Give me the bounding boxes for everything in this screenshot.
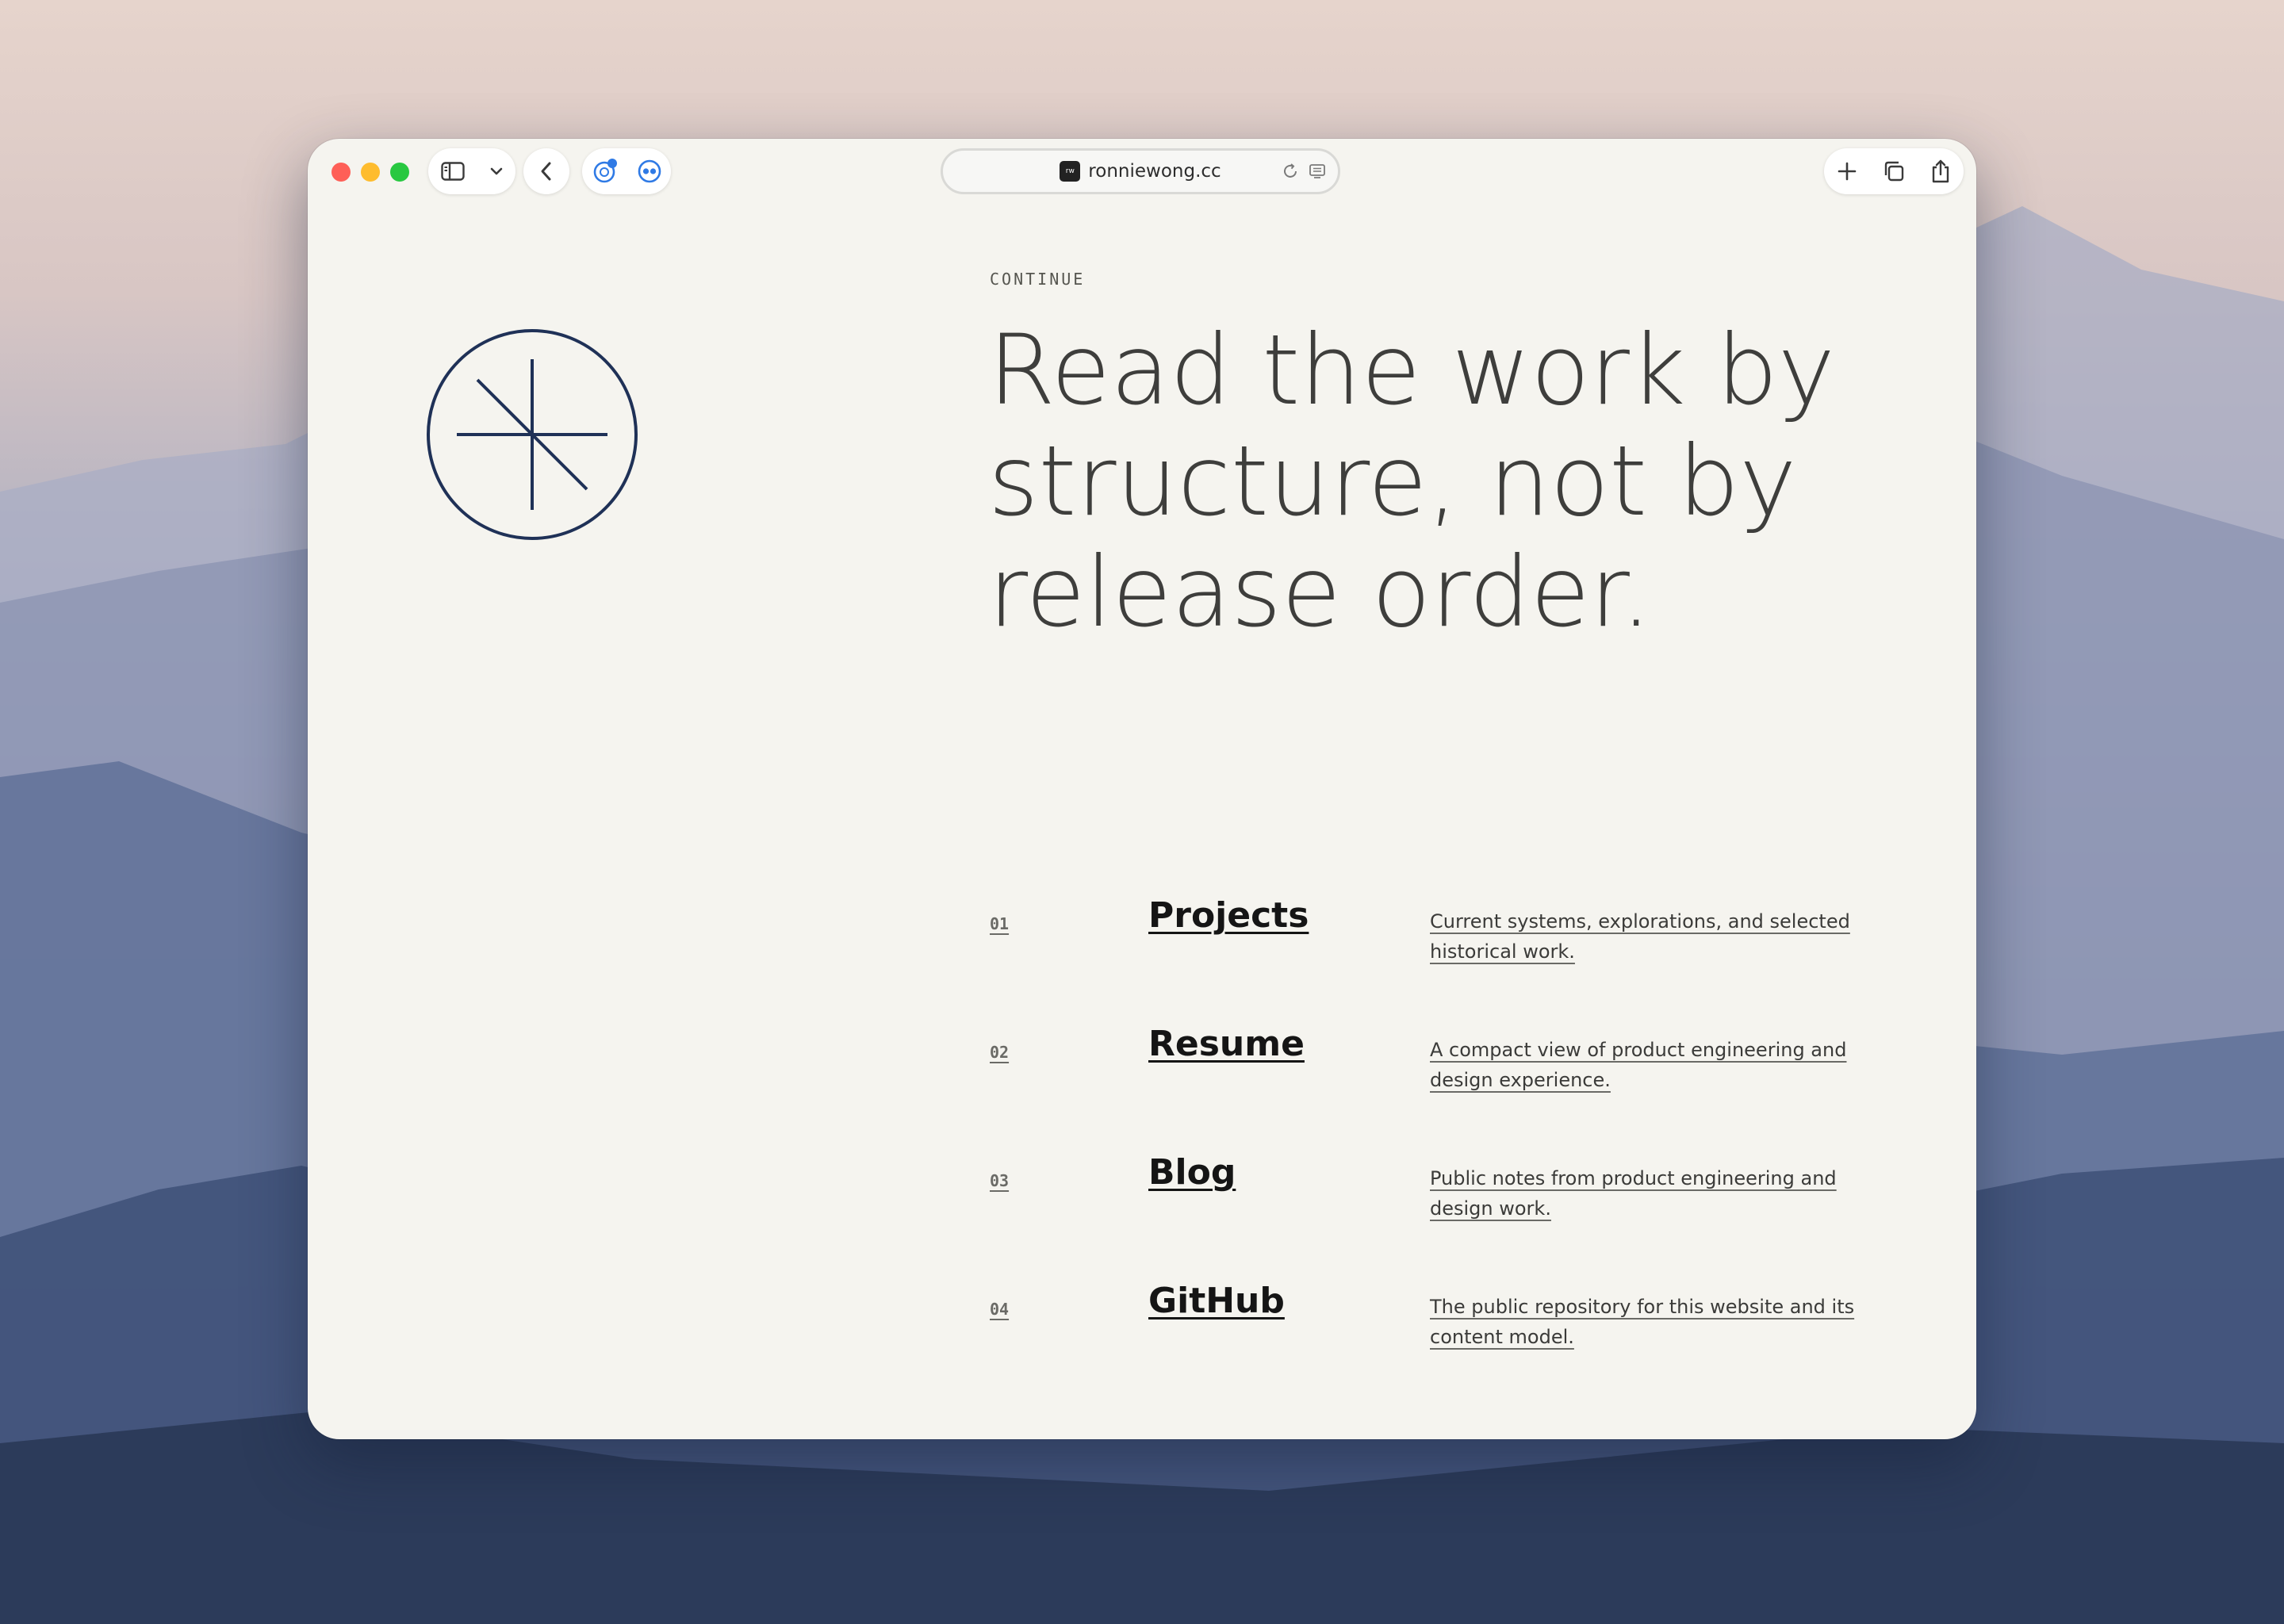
site-favicon: rw	[1060, 161, 1081, 182]
chevron-down-icon	[490, 167, 502, 175]
reload-icon[interactable]	[1281, 162, 1300, 181]
page-headline: Read the work by structure, not by relea…	[988, 315, 1908, 648]
minimize-window-button[interactable]	[361, 163, 380, 182]
resume-description-link[interactable]: A compact view of product engineering an…	[1430, 1035, 1874, 1095]
new-tab-button[interactable]	[1837, 148, 1857, 194]
reader-icon[interactable]	[1308, 162, 1327, 181]
github-description-link[interactable]: The public repository for this website a…	[1430, 1292, 1874, 1352]
share-button[interactable]	[1930, 148, 1951, 194]
extension-icon	[593, 159, 617, 183]
headline-line-3: release order.	[988, 536, 1652, 649]
headline-line-1: Read the work by	[988, 314, 1835, 427]
extension-button-2[interactable]	[637, 148, 662, 194]
back-arrow-icon	[541, 162, 551, 181]
item-number: 03	[990, 1171, 1010, 1190]
extension-eyes-icon	[638, 159, 661, 183]
tab-overview-button[interactable]	[1883, 148, 1905, 194]
item-number: 02	[990, 1043, 1010, 1062]
tabs-overview-icon	[1884, 161, 1904, 182]
address-bar[interactable]: rw ronniewong.cc	[941, 148, 1340, 194]
blog-description-link[interactable]: Public notes from product engineering an…	[1430, 1163, 1874, 1224]
projects-link[interactable]: Projects	[1148, 895, 1309, 936]
sidebar-icon	[440, 162, 465, 181]
nav-item-resume: 02 Resume A compact view of product engi…	[990, 1024, 1941, 1116]
zoom-window-button[interactable]	[390, 163, 409, 182]
extension-button-1[interactable]	[592, 148, 619, 194]
close-window-button[interactable]	[331, 163, 351, 182]
browser-window: rw ronniewong.cc CONTINUE Read the work …	[308, 139, 1976, 1439]
projects-description-link[interactable]: Current systems, explorations, and selec…	[1430, 906, 1874, 967]
github-link[interactable]: GitHub	[1148, 1281, 1285, 1321]
sidebar-toggle-button[interactable]	[440, 148, 465, 194]
nav-item-projects: 01 Projects Current systems, exploration…	[990, 895, 1941, 987]
share-icon	[1932, 159, 1949, 183]
resume-link[interactable]: Resume	[1148, 1024, 1305, 1064]
headline-line-2: structure, not by	[988, 425, 1797, 538]
section-eyebrow: CONTINUE	[990, 270, 1086, 289]
item-number: 04	[990, 1300, 1010, 1319]
plus-icon	[1838, 162, 1857, 181]
item-number: 01	[990, 914, 1010, 933]
window-actions	[1824, 148, 1964, 194]
nav-item-github: 04 GitHub The public repository for this…	[990, 1281, 1941, 1373]
url-text: ronniewong.cc	[1088, 161, 1221, 182]
tab-group-dropdown[interactable]	[489, 148, 504, 194]
blog-link[interactable]: Blog	[1148, 1152, 1236, 1193]
back-button[interactable]	[523, 148, 569, 194]
site-logo-asterisk-circle[interactable]	[427, 329, 638, 540]
extensions-group	[582, 148, 671, 194]
nav-item-blog: 03 Blog Public notes from product engine…	[990, 1152, 1941, 1244]
browser-toolbar: rw ronniewong.cc	[308, 139, 1976, 205]
sidebar-controls	[428, 148, 515, 194]
